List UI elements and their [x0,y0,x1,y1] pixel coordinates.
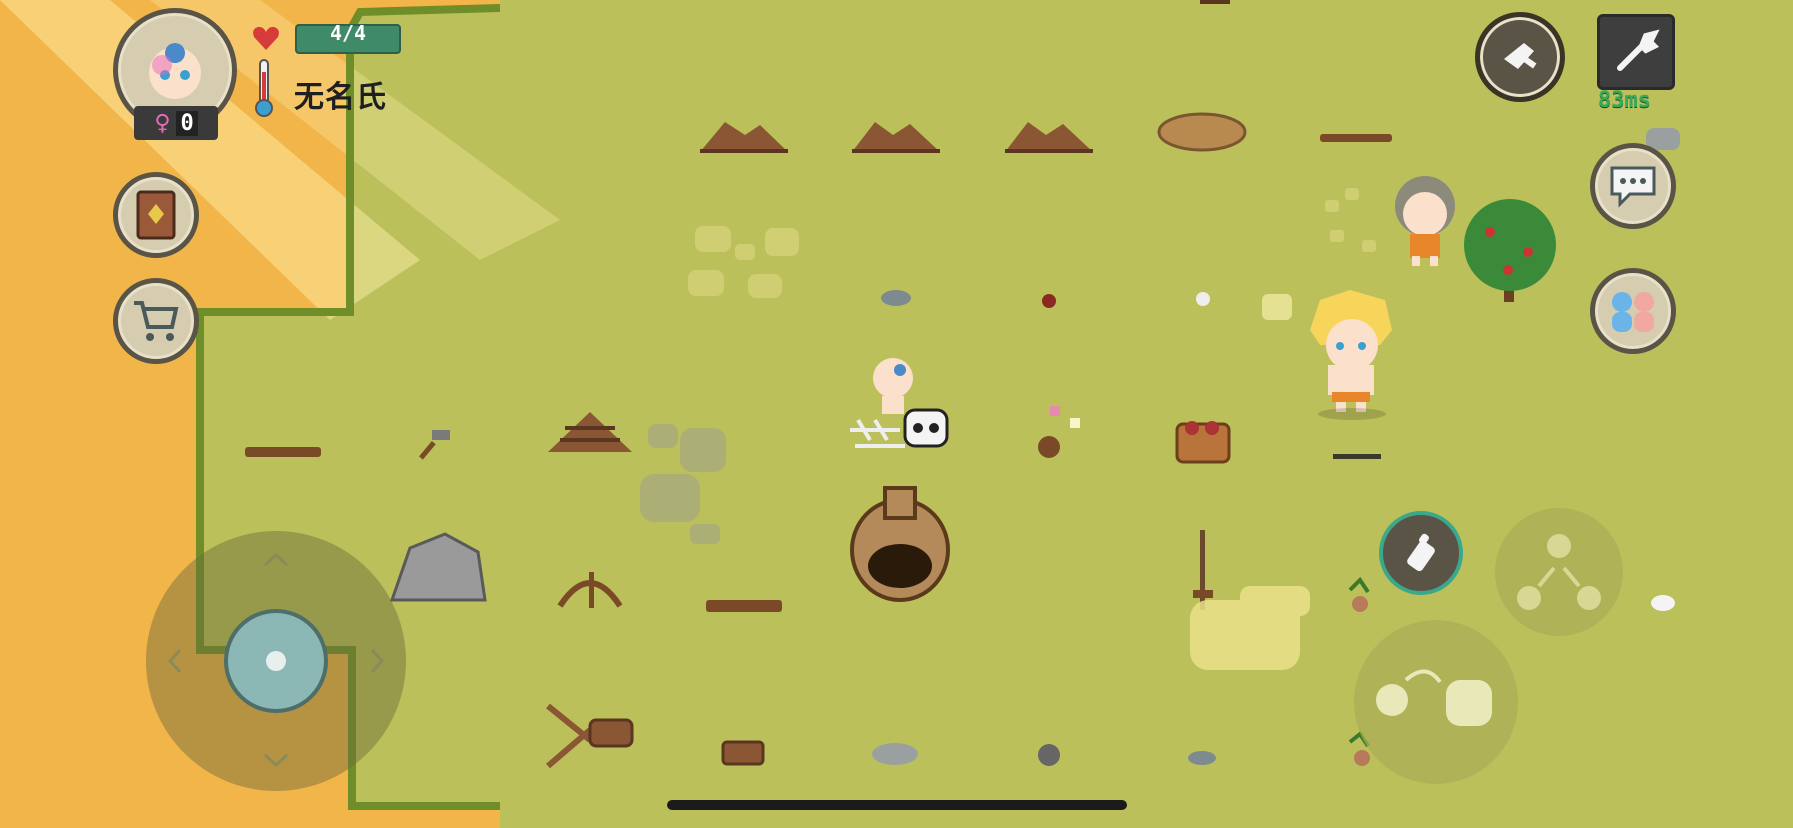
meat-icon [1504,43,1537,69]
journal-icon [136,190,176,240]
friends-icon [1612,292,1654,332]
branch[interactable] [1320,134,1392,142]
chat-bubble-icon [1610,166,1656,208]
wooden-slingshot[interactable] [546,703,634,769]
wooden-crate[interactable] [721,740,765,766]
split-icon[interactable] [1509,528,1609,618]
gender-badge: ♀ 0 [134,106,218,140]
shop-button[interactable] [113,278,199,364]
npc-girl[interactable] [1395,176,1455,266]
twig-nest[interactable] [1157,112,1247,152]
offspring-count: 0 [176,110,198,136]
settings-button[interactable] [1597,14,1675,90]
quick-item-button[interactable] [1475,12,1565,102]
standing-spear[interactable] [1193,530,1213,610]
home-indicator [667,800,1127,810]
grey-rocks [640,424,726,544]
crossbow-trap[interactable] [557,572,623,608]
trampled-grass [688,226,799,298]
pebble[interactable] [1196,292,1210,306]
log[interactable] [245,447,321,457]
player-name: 无名氏 [294,80,387,115]
grab-hand-icon[interactable] [1366,660,1506,750]
white-stone[interactable] [1651,595,1675,611]
female-icon: ♀ [154,110,171,136]
apple-basket[interactable] [1175,421,1231,464]
thermometer-icon [255,59,273,117]
wrench-icon [1617,29,1660,71]
baby-character[interactable] [873,358,913,414]
stone-well[interactable] [850,486,950,602]
sapling[interactable] [1348,576,1370,612]
kindling-pile[interactable] [548,412,632,452]
game-world[interactable] [0,0,1793,828]
dark-stick[interactable] [1200,0,1230,4]
stick-shadow [1333,454,1381,459]
shopping-cart-icon [134,301,179,341]
player-character[interactable] [1310,290,1392,420]
berry[interactable] [1042,294,1056,308]
skull-bones[interactable] [850,408,949,448]
stone-axe[interactable] [419,430,450,460]
boulder[interactable] [389,532,487,602]
chat-button[interactable] [1590,143,1676,229]
joystick-center [266,651,286,671]
round-stone[interactable] [1038,744,1060,766]
apple-tree[interactable] [1464,199,1556,302]
flint-stone[interactable] [1188,751,1216,765]
flat-stone[interactable] [872,743,918,765]
baby-bottle-icon[interactable] [1396,528,1446,578]
flint-stone[interactable] [881,290,911,306]
heart-icon [253,26,279,50]
log[interactable] [706,600,782,612]
flower-patch [1050,406,1080,428]
small-dung[interactable] [1038,436,1060,458]
health-bar: 4/4 [295,23,401,54]
dirt-mound[interactable] [1005,122,1093,153]
journal-button[interactable] [113,172,199,258]
ping-display: 83ms [1598,88,1651,113]
dirt-mound[interactable] [852,122,940,153]
sand-patch [1190,586,1310,670]
dirt-mound[interactable] [700,122,788,153]
baby-face-icon [149,43,201,99]
social-button[interactable] [1590,268,1676,354]
